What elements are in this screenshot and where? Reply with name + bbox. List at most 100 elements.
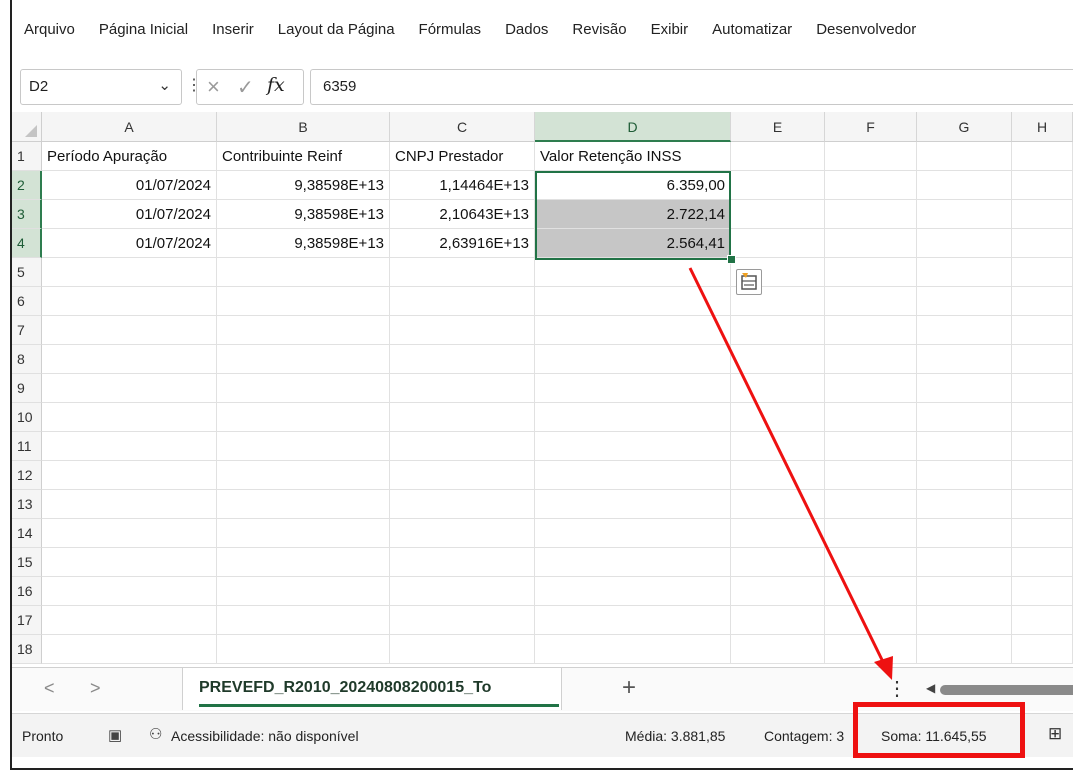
cell-f3[interactable] — [825, 200, 917, 229]
row-header-1[interactable]: 1 — [12, 142, 42, 171]
macro-recording-icon[interactable]: ▣ — [108, 726, 122, 744]
add-sheet-button[interactable]: + — [622, 674, 636, 702]
column-header-a[interactable]: A — [42, 112, 217, 142]
cell-g17[interactable] — [917, 606, 1012, 635]
cell-c18[interactable] — [390, 635, 535, 664]
cell-e12[interactable] — [731, 461, 825, 490]
cell-e14[interactable] — [731, 519, 825, 548]
column-header-b[interactable]: B — [217, 112, 390, 142]
cell-f4[interactable] — [825, 229, 917, 258]
cell-b2[interactable]: 9,38598E+13 — [217, 171, 390, 200]
checkmark-icon[interactable]: ✓ — [237, 75, 254, 100]
cell-c16[interactable] — [390, 577, 535, 606]
cell-b3[interactable]: 9,38598E+13 — [217, 200, 390, 229]
row-header-16[interactable]: 16 — [12, 577, 42, 606]
tab-options-icon[interactable]: ⋮ — [887, 676, 907, 701]
menu-exibir[interactable]: Exibir — [639, 10, 701, 50]
row-header-2[interactable]: 2 — [12, 171, 42, 200]
cell-g8[interactable] — [917, 345, 1012, 374]
cell-d1[interactable]: Valor Retenção INSS — [535, 142, 731, 171]
cell-d15[interactable] — [535, 548, 731, 577]
cell-c15[interactable] — [390, 548, 535, 577]
cell-e10[interactable] — [731, 403, 825, 432]
cell-a7[interactable] — [42, 316, 217, 345]
cell-d17[interactable] — [535, 606, 731, 635]
cell-b16[interactable] — [217, 577, 390, 606]
row-header-6[interactable]: 6 — [12, 287, 42, 316]
cell-g12[interactable] — [917, 461, 1012, 490]
cell-f9[interactable] — [825, 374, 917, 403]
cell-h1[interactable] — [1012, 142, 1073, 171]
row-header-18[interactable]: 18 — [12, 635, 42, 664]
cell-h3[interactable] — [1012, 200, 1073, 229]
cell-b12[interactable] — [217, 461, 390, 490]
cell-b8[interactable] — [217, 345, 390, 374]
cell-h9[interactable] — [1012, 374, 1073, 403]
cell-g2[interactable] — [917, 171, 1012, 200]
cell-d3[interactable]: 2.722,14 — [535, 200, 731, 229]
menu-arquivo[interactable]: Arquivo — [12, 10, 87, 50]
cell-c17[interactable] — [390, 606, 535, 635]
menu-inserir[interactable]: Inserir — [200, 10, 266, 50]
cell-a2[interactable]: 01/07/2024 — [42, 171, 217, 200]
cell-c2[interactable]: 1,14464E+13 — [390, 171, 535, 200]
cell-c3[interactable]: 2,10643E+13 — [390, 200, 535, 229]
cell-a16[interactable] — [42, 577, 217, 606]
cell-c14[interactable] — [390, 519, 535, 548]
cell-f8[interactable] — [825, 345, 917, 374]
accessibility-status[interactable]: Acessibilidade: não disponível — [171, 728, 359, 744]
column-header-e[interactable]: E — [731, 112, 825, 142]
cell-a14[interactable] — [42, 519, 217, 548]
cell-f6[interactable] — [825, 287, 917, 316]
chevron-down-icon[interactable]: ⌄ — [158, 76, 171, 94]
cell-h8[interactable] — [1012, 345, 1073, 374]
cell-f18[interactable] — [825, 635, 917, 664]
cell-f5[interactable] — [825, 258, 917, 287]
cell-d10[interactable] — [535, 403, 731, 432]
column-header-g[interactable]: G — [917, 112, 1012, 142]
menu-pagina-inicial[interactable]: Página Inicial — [87, 10, 200, 50]
cell-e15[interactable] — [731, 548, 825, 577]
cell-d8[interactable] — [535, 345, 731, 374]
cell-f12[interactable] — [825, 461, 917, 490]
row-header-12[interactable]: 12 — [12, 461, 42, 490]
cell-f11[interactable] — [825, 432, 917, 461]
cell-d14[interactable] — [535, 519, 731, 548]
cell-d7[interactable] — [535, 316, 731, 345]
cell-h10[interactable] — [1012, 403, 1073, 432]
cell-h13[interactable] — [1012, 490, 1073, 519]
cell-b15[interactable] — [217, 548, 390, 577]
row-header-17[interactable]: 17 — [12, 606, 42, 635]
cell-e7[interactable] — [731, 316, 825, 345]
quick-analysis-icon[interactable] — [736, 269, 762, 295]
menu-layout-da-pagina[interactable]: Layout da Página — [266, 10, 407, 50]
formula-input[interactable]: 6359 — [310, 69, 1073, 105]
cell-a15[interactable] — [42, 548, 217, 577]
row-header-15[interactable]: 15 — [12, 548, 42, 577]
cell-d18[interactable] — [535, 635, 731, 664]
cell-d4[interactable]: 2.564,41 — [535, 229, 731, 258]
cell-e1[interactable] — [731, 142, 825, 171]
cell-b1[interactable]: Contribuinte Reinf — [217, 142, 390, 171]
cell-c5[interactable] — [390, 258, 535, 287]
cell-h18[interactable] — [1012, 635, 1073, 664]
cell-f16[interactable] — [825, 577, 917, 606]
cell-e13[interactable] — [731, 490, 825, 519]
name-box[interactable]: D2 ⌄ — [20, 69, 182, 105]
cell-e11[interactable] — [731, 432, 825, 461]
cell-g14[interactable] — [917, 519, 1012, 548]
previous-sheet-icon[interactable]: < — [44, 678, 55, 699]
cell-d16[interactable] — [535, 577, 731, 606]
cell-a17[interactable] — [42, 606, 217, 635]
cell-d11[interactable] — [535, 432, 731, 461]
cell-a5[interactable] — [42, 258, 217, 287]
cell-a13[interactable] — [42, 490, 217, 519]
cell-h14[interactable] — [1012, 519, 1073, 548]
cell-c4[interactable]: 2,63916E+13 — [390, 229, 535, 258]
cell-b11[interactable] — [217, 432, 390, 461]
cell-f2[interactable] — [825, 171, 917, 200]
cell-g13[interactable] — [917, 490, 1012, 519]
cell-e2[interactable] — [731, 171, 825, 200]
cell-g3[interactable] — [917, 200, 1012, 229]
select-all-corner[interactable] — [12, 112, 42, 142]
